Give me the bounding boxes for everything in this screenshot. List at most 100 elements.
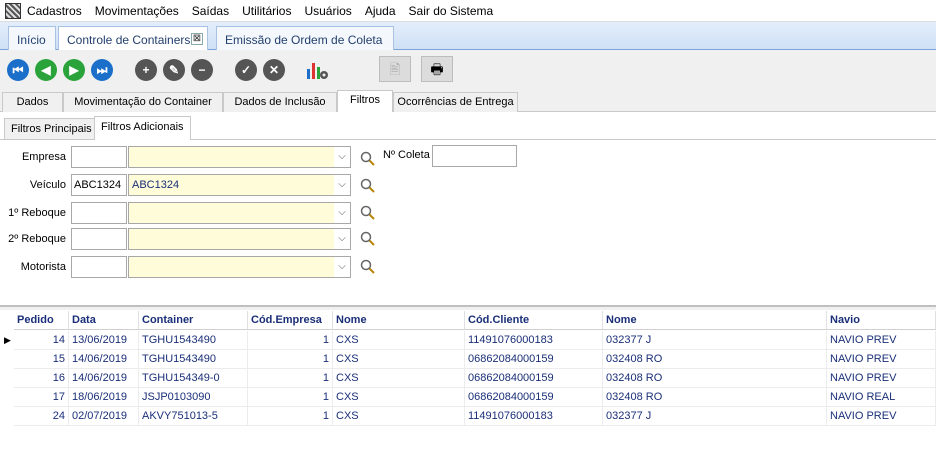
tab-filtros[interactable]: Filtros xyxy=(337,90,393,113)
subtab-filtros-adicionais[interactable]: Filtros Adicionais xyxy=(94,116,191,140)
last-record-icon[interactable]: ⏭ xyxy=(91,59,113,81)
col-cod-cliente[interactable]: Cód.Cliente xyxy=(465,311,603,329)
next-record-icon[interactable]: ▶ xyxy=(63,59,85,81)
table-cell: JSJP0103090 xyxy=(139,388,248,406)
doc-tab-emissao-ordem[interactable]: Emissão de Ordem de Coleta xyxy=(216,26,394,50)
table-row[interactable]: 14 13/06/2019 TGHU1543490 1 CXS 1149107600018… xyxy=(14,331,936,350)
col-nome-empresa[interactable]: Nome xyxy=(333,311,465,329)
chart-settings-icon[interactable] xyxy=(305,59,329,81)
table-cell: CXS xyxy=(333,350,465,368)
search-icon[interactable] xyxy=(360,178,376,194)
doc-tab-controle-containers[interactable]: Controle de Containers ⊠ xyxy=(58,26,208,50)
menu-saidas[interactable]: Saídas xyxy=(192,4,229,18)
menu-movimentacoes[interactable]: Movimentações xyxy=(95,4,179,18)
delete-icon[interactable]: − xyxy=(191,59,213,81)
menu-sair[interactable]: Sair do Sistema xyxy=(409,4,494,18)
coleta-label: Nº Coleta xyxy=(383,149,430,161)
table-cell: NAVIO REAL xyxy=(827,388,936,406)
results-grid: Pedido Data Container Cód.Empresa Nome C… xyxy=(0,310,936,474)
table-cell: 1 xyxy=(248,331,333,349)
reboque1-combo[interactable]: ⌵ xyxy=(128,202,351,224)
table-cell: TGHU1543490 xyxy=(139,331,248,349)
subtab-filtros-principais[interactable]: Filtros Principais xyxy=(4,118,99,139)
search-icon[interactable] xyxy=(360,205,376,221)
cancel-icon[interactable]: ✕ xyxy=(263,59,285,81)
menu-ajuda[interactable]: Ajuda xyxy=(365,4,396,18)
document-tabs: Início Controle de Containers ⊠ Emissão … xyxy=(0,22,936,50)
coleta-input[interactable] xyxy=(432,145,517,167)
menu-utilitarios[interactable]: Utilitários xyxy=(242,4,291,18)
search-icon[interactable] xyxy=(360,259,376,275)
veiculo-combo-value: ABC1324 xyxy=(132,179,180,191)
empresa-combo[interactable]: ⌵ xyxy=(128,146,351,168)
menu-usuarios[interactable]: Usuários xyxy=(304,4,351,18)
table-cell: 14 xyxy=(14,331,69,349)
col-cod-empresa[interactable]: Cód.Empresa xyxy=(248,311,333,329)
search-icon[interactable] xyxy=(360,231,376,247)
reboque2-code-input[interactable] xyxy=(71,228,127,250)
table-row[interactable]: 17 18/06/2019 JSJP0103090 1 CXS 0686208400015… xyxy=(14,388,936,407)
toolbar: ⏮ ◀ ▶ ⏭ + ✎ − ✓ ✕ 🖹 🖶 xyxy=(0,51,936,89)
table-cell: 14/06/2019 xyxy=(69,350,139,368)
table-cell: CXS xyxy=(333,388,465,406)
veiculo-label: Veículo xyxy=(29,179,66,191)
table-cell: 14/06/2019 xyxy=(69,369,139,387)
empresa-code-input[interactable] xyxy=(71,146,127,168)
table-cell: CXS xyxy=(333,369,465,387)
motorista-code-input[interactable] xyxy=(71,256,127,278)
doc-tab-label: Controle de Containers xyxy=(67,33,191,47)
table-cell: CXS xyxy=(333,331,465,349)
chevron-down-icon[interactable]: ⌵ xyxy=(334,257,350,277)
menu-cadastros[interactable]: Cadastros xyxy=(27,4,82,18)
table-cell: 032377 J xyxy=(603,407,827,425)
filters-pane: Filtros Principais Filtros Adicionais Em… xyxy=(0,112,936,307)
table-cell: CXS xyxy=(333,407,465,425)
chevron-down-icon[interactable]: ⌵ xyxy=(334,175,350,195)
table-cell: 18/06/2019 xyxy=(69,388,139,406)
veiculo-combo[interactable]: ABC1324 ⌵ xyxy=(128,174,351,196)
prev-record-icon[interactable]: ◀ xyxy=(35,59,57,81)
chevron-down-icon[interactable]: ⌵ xyxy=(334,147,350,167)
veiculo-code-input[interactable]: ABC1324 xyxy=(71,174,127,196)
table-cell: 1 xyxy=(248,407,333,425)
empresa-label: Empresa xyxy=(21,151,66,163)
table-cell: 24 xyxy=(14,407,69,425)
tab-ocorrencias[interactable]: Ocorrências de Entrega xyxy=(393,92,518,112)
app-logo-icon xyxy=(5,2,21,19)
table-cell: NAVIO PREV xyxy=(827,369,936,387)
table-row[interactable]: 15 14/06/2019 TGHU1543490 1 CXS 0686208400015… xyxy=(14,350,936,369)
col-nome-cliente[interactable]: Nome xyxy=(603,311,827,329)
table-cell: 15 xyxy=(14,350,69,368)
table-cell: NAVIO PREV xyxy=(827,350,936,368)
table-cell: 11491076000183 xyxy=(465,407,603,425)
tab-dados-inclusao[interactable]: Dados de Inclusão xyxy=(223,92,337,112)
first-record-icon[interactable]: ⏮ xyxy=(7,59,29,81)
reboque1-code-input[interactable] xyxy=(71,202,127,224)
print-preview-icon[interactable]: 🖹 xyxy=(379,56,411,82)
add-icon[interactable]: + xyxy=(135,59,157,81)
chevron-down-icon[interactable]: ⌵ xyxy=(334,203,350,223)
printer-icon[interactable]: 🖶 xyxy=(421,56,453,82)
confirm-icon[interactable]: ✓ xyxy=(235,59,257,81)
reboque2-combo[interactable]: ⌵ xyxy=(128,228,351,250)
table-cell: 1 xyxy=(248,369,333,387)
table-row[interactable]: 16 14/06/2019 TGHU154349-0 1 CXS 068620840001… xyxy=(14,369,936,388)
table-cell: TGHU154349-0 xyxy=(139,369,248,387)
tab-movimentacao[interactable]: Movimentação do Container xyxy=(63,92,223,112)
motorista-combo[interactable]: ⌵ xyxy=(128,256,351,278)
col-data[interactable]: Data xyxy=(69,311,139,329)
edit-icon[interactable]: ✎ xyxy=(163,59,185,81)
table-cell: 06862084000159 xyxy=(465,350,603,368)
chevron-down-icon[interactable]: ⌵ xyxy=(334,229,350,249)
close-tab-icon[interactable]: ⊠ xyxy=(191,33,203,45)
col-navio[interactable]: Navio xyxy=(827,311,936,329)
col-pedido[interactable]: Pedido xyxy=(14,311,69,329)
doc-tab-label: Emissão de Ordem de Coleta xyxy=(225,33,383,47)
search-icon[interactable] xyxy=(360,151,376,167)
doc-tab-inicio[interactable]: Início xyxy=(8,26,56,50)
col-container[interactable]: Container xyxy=(139,311,248,329)
table-cell: 1 xyxy=(248,388,333,406)
tab-dados[interactable]: Dados xyxy=(2,92,63,112)
table-row[interactable]: 24 02/07/2019 AKVY751013-5 1 CXS 114910760001… xyxy=(14,407,936,426)
table-cell: 032408 RO xyxy=(603,350,827,368)
